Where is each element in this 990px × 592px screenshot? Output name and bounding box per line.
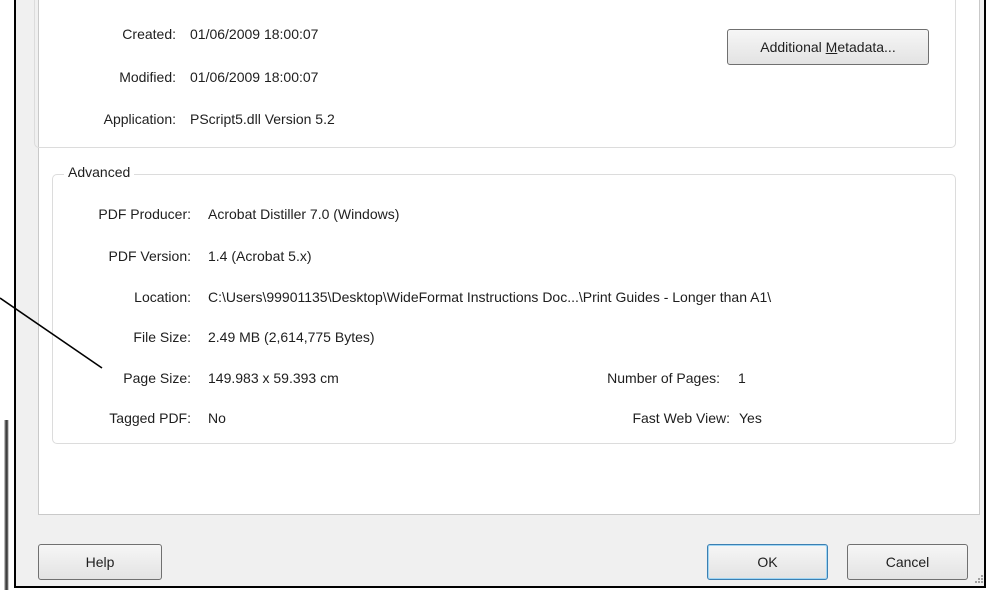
cancel-button[interactable]: Cancel — [847, 544, 968, 580]
fast-web-view-value: Yes — [739, 410, 762, 426]
pdf-version-label: PDF Version: — [108, 248, 191, 264]
cancel-button-label: Cancel — [885, 554, 930, 570]
page-size-label: Page Size: — [123, 370, 191, 386]
window-edge — [0, 420, 10, 590]
pdf-version-value: 1.4 (Acrobat 5.x) — [208, 248, 312, 264]
file-size-value: 2.49 MB (2,614,775 Bytes) — [208, 329, 375, 345]
application-label: Application: — [103, 111, 176, 127]
ok-button-label: OK — [757, 554, 778, 570]
additional-metadata-mnemonic: M — [825, 39, 838, 55]
help-button[interactable]: Help — [38, 544, 162, 580]
additional-metadata-label-post: etadata... — [837, 39, 896, 55]
advanced-group-title: Advanced — [64, 164, 135, 180]
ok-button[interactable]: OK — [707, 544, 828, 580]
modified-label: Modified: — [119, 69, 176, 85]
pdf-producer-value: Acrobat Distiller 7.0 (Windows) — [208, 206, 400, 222]
location-value: C:\Users\99901135\Desktop\WideFormat Ins… — [208, 289, 772, 305]
tagged-pdf-label: Tagged PDF: — [109, 410, 191, 426]
pdf-producer-label: PDF Producer: — [98, 206, 191, 222]
created-label: Created: — [122, 26, 176, 42]
resize-grip-icon[interactable] — [972, 574, 984, 586]
location-label: Location: — [134, 289, 191, 305]
page-size-value: 149.983 x 59.393 cm — [208, 370, 339, 386]
number-of-pages-label: Number of Pages: — [607, 370, 720, 386]
help-button-label: Help — [85, 554, 115, 570]
number-of-pages-value: 1 — [738, 370, 746, 386]
file-size-label: File Size: — [133, 329, 191, 345]
fast-web-view-label: Fast Web View: — [632, 410, 730, 426]
tagged-pdf-value: No — [208, 410, 226, 426]
application-value: PScript5.dll Version 5.2 — [190, 111, 335, 127]
additional-metadata-label-pre: Additional — [760, 39, 826, 55]
modified-value: 01/06/2009 18:00:07 — [190, 69, 319, 85]
additional-metadata-button[interactable]: Additional Metadata... — [727, 29, 929, 65]
created-value: 01/06/2009 18:00:07 — [190, 26, 319, 42]
